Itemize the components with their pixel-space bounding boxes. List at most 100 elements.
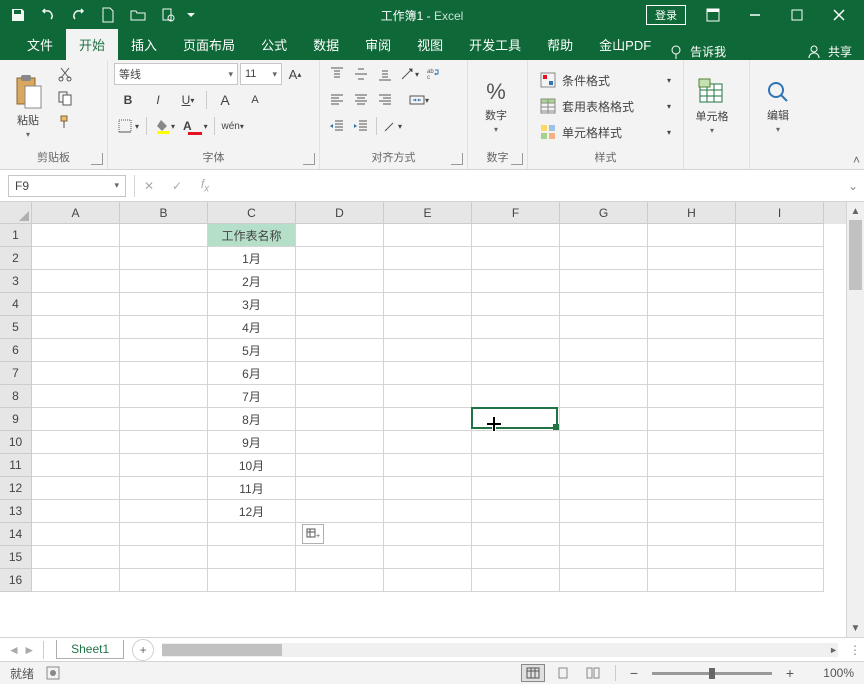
cell[interactable]: [648, 431, 736, 454]
column-header[interactable]: I: [736, 202, 824, 224]
cell[interactable]: [120, 385, 208, 408]
cell[interactable]: [32, 362, 120, 385]
column-header[interactable]: D: [296, 202, 384, 224]
name-box[interactable]: F9▾: [8, 175, 126, 197]
cell[interactable]: [32, 339, 120, 362]
cell[interactable]: 2月: [208, 270, 296, 293]
decrease-indent-icon[interactable]: [326, 115, 348, 137]
decrease-font-size-icon[interactable]: A: [241, 89, 269, 111]
column-header[interactable]: F: [472, 202, 560, 224]
increase-font-size-icon[interactable]: A: [211, 89, 239, 111]
normal-view-icon[interactable]: [521, 664, 545, 682]
cell[interactable]: [120, 523, 208, 546]
cell[interactable]: [120, 546, 208, 569]
cell[interactable]: 1月: [208, 247, 296, 270]
cell[interactable]: [296, 362, 384, 385]
tab-插入[interactable]: 插入: [118, 29, 170, 60]
collapse-ribbon-icon[interactable]: ˄: [853, 153, 860, 167]
zoom-slider[interactable]: [652, 672, 772, 675]
format-as-table-button[interactable]: 套用表格格式 ▾: [534, 94, 677, 118]
scroll-up-icon[interactable]: ▲: [847, 202, 864, 220]
cell[interactable]: [32, 224, 120, 247]
column-header[interactable]: E: [384, 202, 472, 224]
orientation-dropdown-icon[interactable]: ▾: [381, 115, 403, 137]
cell[interactable]: 4月: [208, 316, 296, 339]
zoom-level[interactable]: 100%: [812, 666, 854, 680]
editing-button[interactable]: 编辑 ▾: [756, 63, 800, 149]
cell[interactable]: [736, 569, 824, 592]
cell[interactable]: [560, 339, 648, 362]
print-preview-icon[interactable]: [154, 2, 182, 28]
macro-record-icon[interactable]: [46, 666, 60, 680]
tab-文件[interactable]: 文件: [14, 29, 66, 60]
column-header[interactable]: H: [648, 202, 736, 224]
cell[interactable]: [648, 316, 736, 339]
cell[interactable]: [296, 500, 384, 523]
cell[interactable]: [472, 270, 560, 293]
cell[interactable]: [648, 385, 736, 408]
orientation-icon[interactable]: ▾: [398, 63, 420, 85]
scroll-thumb[interactable]: [849, 220, 862, 290]
cell[interactable]: [384, 339, 472, 362]
cell[interactable]: [384, 569, 472, 592]
row-header[interactable]: 6: [0, 339, 32, 362]
align-right-icon[interactable]: [374, 89, 396, 111]
row-header[interactable]: 2: [0, 247, 32, 270]
cell[interactable]: [648, 454, 736, 477]
ribbon-options-icon[interactable]: [692, 0, 734, 30]
cell[interactable]: 3月: [208, 293, 296, 316]
cell[interactable]: [120, 431, 208, 454]
add-sheet-icon[interactable]: +: [132, 639, 154, 661]
cell[interactable]: [648, 293, 736, 316]
cell[interactable]: 9月: [208, 431, 296, 454]
tab-金山PDF[interactable]: 金山PDF: [586, 29, 664, 60]
cell[interactable]: [648, 247, 736, 270]
cell[interactable]: [384, 546, 472, 569]
cell[interactable]: [384, 362, 472, 385]
align-middle-icon[interactable]: [350, 63, 372, 85]
cell[interactable]: [32, 385, 120, 408]
tab-帮助[interactable]: 帮助: [534, 29, 586, 60]
cell[interactable]: [296, 247, 384, 270]
increase-font-icon[interactable]: A▴: [284, 63, 306, 85]
cell[interactable]: [736, 385, 824, 408]
cell[interactable]: [648, 500, 736, 523]
cell[interactable]: [736, 408, 824, 431]
tab-公式[interactable]: 公式: [248, 29, 300, 60]
cell[interactable]: [384, 316, 472, 339]
merge-center-icon[interactable]: ▾: [408, 89, 430, 111]
cell[interactable]: [120, 224, 208, 247]
cell[interactable]: 5月: [208, 339, 296, 362]
align-bottom-icon[interactable]: [374, 63, 396, 85]
cell[interactable]: [648, 477, 736, 500]
cell[interactable]: [736, 546, 824, 569]
column-header[interactable]: B: [120, 202, 208, 224]
cell[interactable]: [32, 569, 120, 592]
cell[interactable]: [736, 270, 824, 293]
cell[interactable]: [32, 270, 120, 293]
row-header[interactable]: 1: [0, 224, 32, 247]
align-top-icon[interactable]: [326, 63, 348, 85]
row-header[interactable]: 12: [0, 477, 32, 500]
cell[interactable]: [648, 546, 736, 569]
align-left-icon[interactable]: [326, 89, 348, 111]
cell[interactable]: [120, 569, 208, 592]
cut-icon[interactable]: [54, 63, 76, 85]
cell[interactable]: [32, 454, 120, 477]
cell[interactable]: [120, 339, 208, 362]
cell[interactable]: [208, 546, 296, 569]
cell[interactable]: [120, 362, 208, 385]
autofill-options-icon[interactable]: +: [302, 524, 324, 544]
cell[interactable]: [736, 339, 824, 362]
cell[interactable]: [472, 431, 560, 454]
cell[interactable]: [560, 293, 648, 316]
tell-me-button[interactable]: 告诉我: [668, 43, 726, 60]
cell[interactable]: [736, 454, 824, 477]
close-icon[interactable]: [818, 0, 860, 30]
cell[interactable]: [472, 339, 560, 362]
scroll-thumb[interactable]: [162, 644, 282, 656]
cell[interactable]: [736, 293, 824, 316]
cell[interactable]: [560, 477, 648, 500]
horizontal-scrollbar[interactable]: ◄ ►: [162, 643, 838, 657]
dialog-launcher-icon[interactable]: [303, 153, 315, 165]
